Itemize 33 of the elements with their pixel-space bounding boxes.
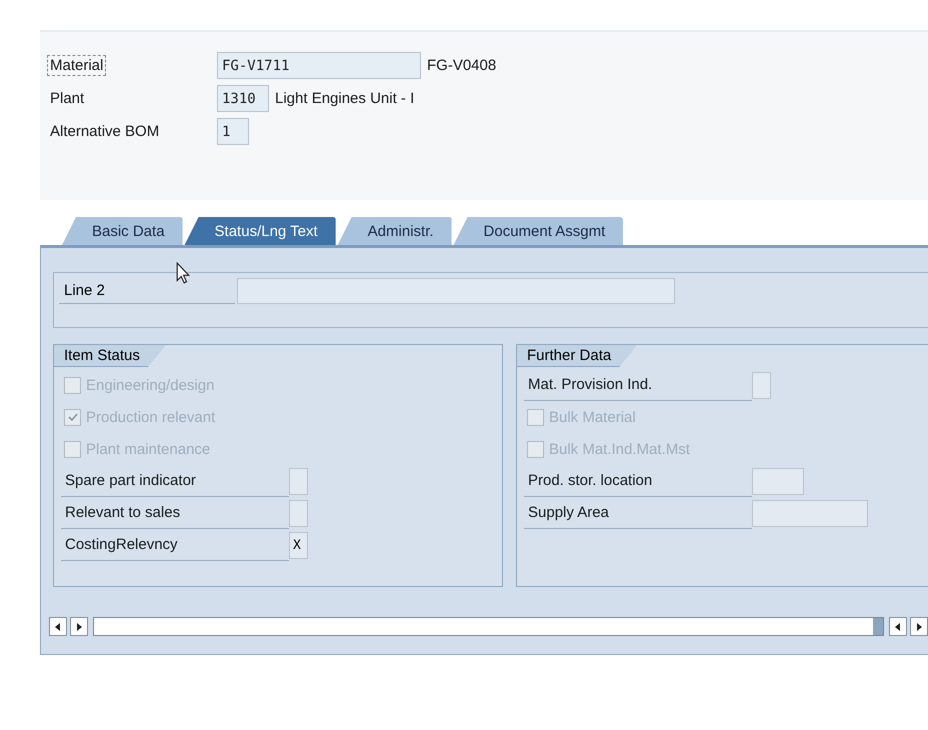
tab[interactable]: Basic Data [62, 217, 183, 245]
field-label: Alternative BOM [49, 122, 160, 142]
left-triangle-icon [894, 622, 902, 630]
field-label: Material [47, 55, 106, 76]
input-field[interactable]: 1 [217, 118, 249, 145]
input-field[interactable] [752, 500, 868, 526]
input-field[interactable] [237, 278, 675, 304]
right-triangle-icon [75, 622, 83, 630]
description-text: Light Engines Unit - I [275, 90, 414, 107]
left-triangle-icon [54, 622, 62, 630]
input-field[interactable]: FG-V1711 [217, 52, 421, 79]
field-label: Plant [49, 89, 86, 109]
scrollbar-thumb[interactable] [873, 618, 883, 635]
input-field[interactable] [289, 500, 308, 526]
group-title: Item Status [54, 345, 166, 367]
input-field[interactable]: 1310 [217, 85, 269, 112]
scrollbar-track[interactable] [93, 617, 884, 636]
scroll-left-button[interactable] [49, 617, 67, 636]
scroll-right-button[interactable] [70, 617, 88, 636]
input-field[interactable] [752, 372, 771, 398]
right-triangle-icon [915, 622, 923, 630]
tab[interactable]: Administr. [338, 217, 452, 245]
mouse-pointer-icon [176, 262, 190, 284]
checkmark-icon [66, 411, 78, 423]
group-title: Further Data [517, 345, 638, 367]
input-field[interactable]: X [289, 532, 308, 558]
input-field[interactable] [289, 468, 308, 494]
description-text: FG-V0408 [427, 57, 496, 74]
input-field[interactable] [752, 468, 804, 494]
tab[interactable]: Status/Lng Text [184, 217, 336, 245]
scroll-right-button[interactable] [910, 617, 928, 636]
scroll-left-button[interactable] [889, 617, 907, 636]
tab[interactable]: Document Assgmt [454, 217, 624, 245]
